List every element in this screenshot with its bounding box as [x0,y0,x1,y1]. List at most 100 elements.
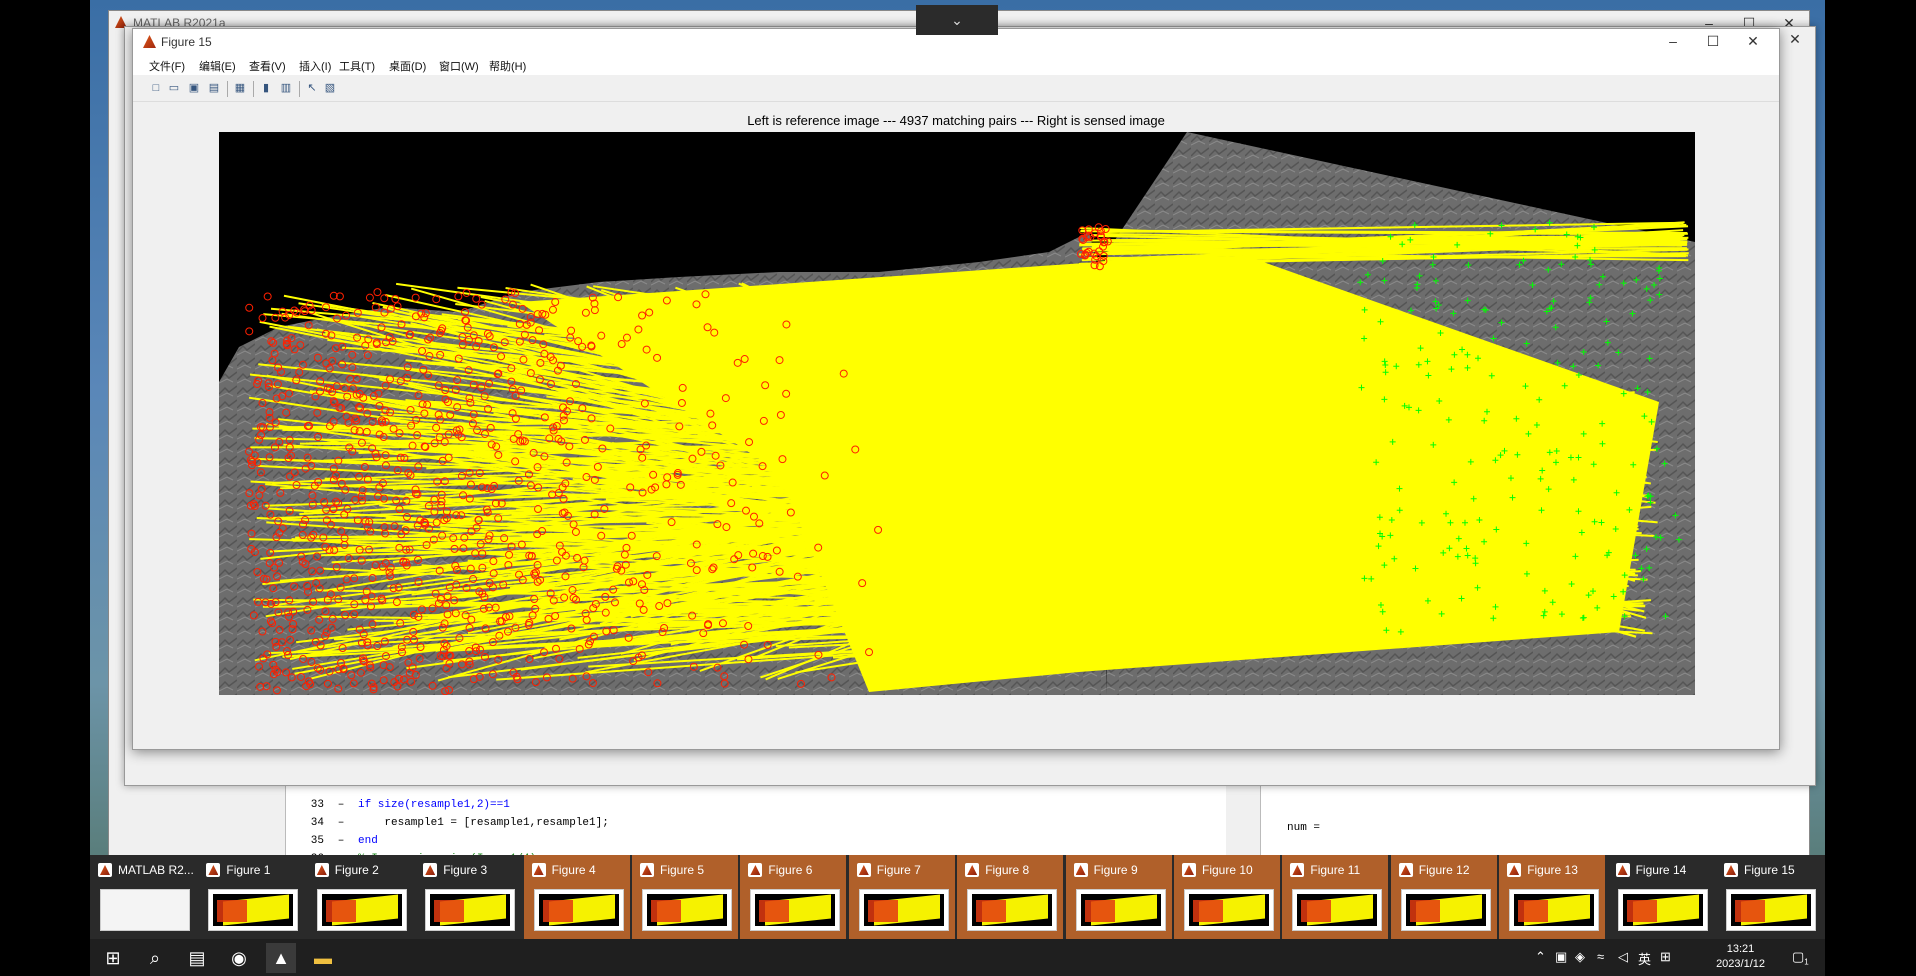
breakpoint-marker[interactable]: – [324,814,358,832]
plot-axes[interactable] [219,132,1695,695]
menu-item[interactable]: 文件(F) [149,58,185,74]
search-icon[interactable]: ⌕ [140,943,170,973]
menu-item[interactable]: 帮助(H) [489,58,526,74]
figure-menubar: 文件(F) 编辑(E) 查看(V) 插入(I) 工具(T) 桌面(D) 窗口(W) 帮助(H) [133,55,1779,75]
command-output: num = [1287,822,1321,834]
print-icon[interactable]: ▤ [207,81,221,95]
taskbar-thumbnail[interactable]: Figure 5 [632,855,738,939]
windows-taskbar: ⊞ ⌕ ▤ ◉ ▲ ▬ ⌃ ▣ ◈ ≈ ◁ 英 ⊞ 13:21 2023/1/1… [90,939,1825,976]
taskbar-thumbnail[interactable]: Figure 2 [307,855,413,939]
thumbnail-preview [1400,889,1491,931]
line-number: 34 [310,817,324,829]
matlab-icon [98,863,112,877]
reference-keypoint [245,327,254,336]
close-icon[interactable]: ✕ [1739,31,1767,51]
taskbar-thumbnail[interactable]: Figure 8 [957,855,1064,939]
menu-item[interactable]: 编辑(E) [199,58,236,74]
menu-item[interactable]: 查看(V) [249,58,286,74]
matlab-figure-icon [1615,863,1630,877]
window-dropdown-tab[interactable]: ⌄ [916,5,998,35]
breakpoint-marker[interactable]: – [324,832,358,850]
system-clock[interactable]: 13:21 2023/1/12 [1716,942,1765,972]
taskbar-thumbnail[interactable]: Figure 13 [1499,855,1606,939]
code-line[interactable]: 35– end [286,832,378,850]
tray-app-icon[interactable]: ▣ [1555,949,1567,965]
taskbar-thumbnail[interactable]: MATLAB R2... [90,855,196,939]
pointer-icon[interactable]: ↖ [305,81,319,95]
thumbnail-preview [533,889,624,931]
open-icon[interactable]: ▭ [167,81,181,95]
taskbar-thumbnail[interactable]: Figure 9 [1065,855,1172,939]
thumbnail-label: MATLAB R2... [118,863,194,877]
matlab-figure-icon [143,35,156,48]
taskbar-thumbnail[interactable]: Figure 3 [415,855,521,939]
taskbar-thumbnail[interactable]: Figure 10 [1174,855,1280,939]
ime-indicator[interactable]: 英 [1638,949,1651,968]
thumbnail-preview [1726,889,1816,931]
figure-toolbar: □ ▭ ▣ ▤ ▦ ▮ ▥ ↖ ▧ [133,77,1779,102]
code-text: resample1 = [resample1,resample1]; [358,817,609,829]
thumbnail-preview [642,889,732,931]
thumbnail-label: Figure 8 [985,863,1030,877]
taskbar-thumbnail[interactable]: Figure 15 [1716,855,1822,939]
tray-overflow-icon[interactable]: ⌃ [1535,949,1546,965]
save-icon[interactable]: ▣ [187,81,201,95]
thumbnail-label: Figure 4 [551,863,596,877]
thumbnail-preview [858,889,949,931]
file-explorer-icon[interactable]: ▬ [308,943,338,973]
clock-time: 13:21 [1726,943,1755,955]
reference-keypoint [454,292,463,301]
menu-item[interactable]: 桌面(D) [389,58,426,74]
plot-title: Left is reference image --- 4937 matchin… [747,113,1165,128]
keyboard-layout-icon[interactable]: ⊞ [1660,949,1671,965]
menu-item[interactable]: 窗口(W) [439,58,479,74]
taskbar-thumbnail[interactable]: Figure 4 [523,855,630,939]
menu-item[interactable]: 工具(T) [339,58,375,74]
property-inspector-icon[interactable]: ▧ [323,81,337,95]
taskbar-thumbnail[interactable]: Figure 11 [1282,855,1389,939]
code-line[interactable]: 33– if size(resample1,2)==1 [286,796,510,814]
matlab-figure-icon [1290,863,1305,877]
matlab-figure-icon [965,863,980,877]
reference-keypoint [373,288,382,297]
colorbar-icon[interactable]: ▮ [259,81,273,95]
matlab-icon[interactable]: ▲ [266,943,296,973]
minimize-icon[interactable]: – [1659,31,1687,51]
chrome-icon[interactable]: ◉ [224,943,254,973]
thumbnail-label: Figure 5 [660,863,705,877]
matlab-figure-icon [1724,863,1738,877]
taskbar-thumbnail[interactable]: Figure 7 [848,855,955,939]
close-icon[interactable]: ✕ [1781,29,1809,49]
maximize-icon[interactable]: ☐ [1699,31,1727,51]
matlab-figure-icon [640,863,654,877]
thumbnail-preview [1184,889,1274,931]
legend-icon[interactable]: ▥ [279,81,293,95]
taskbar-thumbnail[interactable]: Figure 1 [198,855,304,939]
matching-image [219,132,1695,695]
line-number: 33 [310,799,324,811]
reference-keypoint [365,293,374,302]
print-preview-icon[interactable]: ▦ [233,81,247,95]
tray-security-icon[interactable]: ◈ [1575,949,1585,965]
taskbar-thumbnail[interactable]: Figure 6 [740,855,847,939]
thumbnail-preview [750,889,841,931]
new-figure-icon[interactable]: □ [149,81,163,95]
thumbnail-preview [100,889,190,931]
notification-icon[interactable]: ▢1 [1792,949,1809,967]
toolbar-separator [299,81,300,97]
windows-start-icon[interactable]: ⊞ [98,943,128,973]
task-view-icon[interactable]: ▤ [182,943,212,973]
notification-count: 1 [1804,957,1809,967]
thumbnail-label: Figure 10 [1202,863,1253,877]
menu-item[interactable]: 插入(I) [299,58,331,74]
thumbnail-preview [316,889,407,931]
figure-window[interactable]: Figure 15 – ☐ ✕ 文件(F) 编辑(E) 查看(V) 插入(I) 工具(T… [132,28,1780,750]
network-icon[interactable]: ≈ [1597,949,1604,964]
breakpoint-marker[interactable]: – [324,796,358,814]
thumbnail-preview [425,889,516,931]
taskbar-thumbnail[interactable]: Figure 14 [1608,855,1714,939]
code-line[interactable]: 34– resample1 = [resample1,resample1]; [286,814,609,832]
volume-icon[interactable]: ◁ [1618,949,1628,965]
taskbar-thumbnail[interactable]: Figure 12 [1390,855,1497,939]
thumbnail-label: Figure 3 [443,863,488,877]
